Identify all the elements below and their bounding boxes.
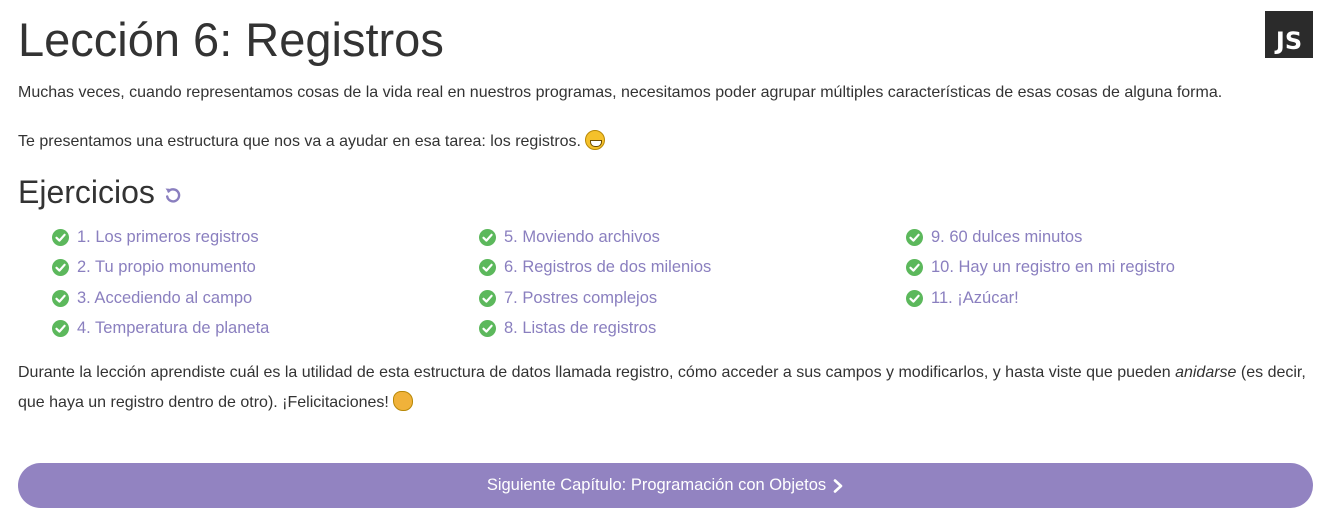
check-circle-icon (52, 289, 69, 307)
page-title: Lección 6: Registros (18, 13, 444, 66)
next-chapter-label: Siguiente Capítulo: Programación con Obj… (486, 476, 827, 494)
exercise-link[interactable]: 5. Moviendo archivos (504, 228, 660, 247)
exercise-item: 10. Hay un registro en mi registro (906, 253, 1175, 284)
exercise-link[interactable]: 4. Temperatura de planeta (77, 319, 269, 338)
exercise-column-1: 1. Los primeros registros 2. Tu propio mo… (52, 222, 269, 344)
clapping-hands-icon (392, 391, 413, 411)
outro-text-before: Durante la lección aprendiste cuál es la… (18, 364, 1176, 381)
check-circle-icon (906, 259, 923, 277)
exercise-column-2: 5. Moviendo archivos 6. Registros de dos … (479, 222, 711, 344)
exercise-link[interactable]: 9. 60 dulces minutos (931, 228, 1082, 247)
exercise-item: 9. 60 dulces minutos (906, 222, 1175, 253)
check-circle-icon (479, 259, 496, 277)
check-circle-icon (479, 289, 496, 307)
check-circle-icon (52, 228, 69, 246)
exercise-link[interactable]: 7. Postres complejos (504, 289, 657, 308)
exercise-column-3: 9. 60 dulces minutos 10. Hay un registro … (906, 222, 1175, 314)
exercise-item: 5. Moviendo archivos (479, 222, 711, 253)
check-circle-icon (479, 320, 496, 338)
exercise-item: 1. Los primeros registros (52, 222, 269, 253)
exercise-link[interactable]: 3. Accediendo al campo (77, 289, 252, 308)
check-circle-icon (906, 289, 923, 307)
exercise-item: 11. ¡Azúcar! (906, 283, 1175, 314)
next-chapter-button[interactable]: Siguiente Capítulo: Programación con Obj… (18, 463, 1313, 508)
language-badge: JS (1265, 11, 1313, 58)
check-circle-icon (52, 259, 69, 277)
exercises-title: Ejercicios (18, 174, 155, 210)
outro-emphasis: anidarse (1175, 364, 1237, 381)
language-badge-label: JS (1275, 27, 1303, 55)
check-circle-icon (479, 228, 496, 246)
exercise-item: 4. Temperatura de planeta (52, 314, 269, 345)
lesson-page: Lección 6: Registros JS Muchas veces, cu… (0, 0, 1331, 523)
exercise-link[interactable]: 10. Hay un registro en mi registro (931, 258, 1175, 277)
exercise-link[interactable]: 11. ¡Azúcar! (931, 289, 1019, 308)
exercise-link[interactable]: 8. Listas de registros (504, 319, 656, 338)
intro-text: Te presentamos una estructura que nos va… (18, 133, 581, 150)
exercise-item: 8. Listas de registros (479, 314, 711, 345)
intro-paragraph-2: Te presentamos una estructura que nos va… (18, 130, 605, 153)
intro-paragraph: Muchas veces, cuando representamos cosas… (18, 84, 1223, 101)
exercise-item: 6. Registros de dos milenios (479, 253, 711, 284)
grinning-face-icon (584, 130, 605, 150)
chevron-right-icon (833, 478, 843, 493)
check-circle-icon (906, 228, 923, 246)
reset-icon[interactable] (163, 185, 183, 205)
exercise-link[interactable]: 1. Los primeros registros (77, 228, 259, 247)
exercise-link[interactable]: 6. Registros de dos milenios (504, 258, 711, 277)
exercise-item: 2. Tu propio monumento (52, 253, 269, 284)
outro-paragraph: Durante la lección aprendiste cuál es la… (18, 358, 1314, 418)
exercise-item: 3. Accediendo al campo (52, 283, 269, 314)
check-circle-icon (52, 320, 69, 338)
exercises-heading: Ejercicios (18, 172, 183, 212)
exercise-link[interactable]: 2. Tu propio monumento (77, 258, 256, 277)
exercise-item: 7. Postres complejos (479, 283, 711, 314)
